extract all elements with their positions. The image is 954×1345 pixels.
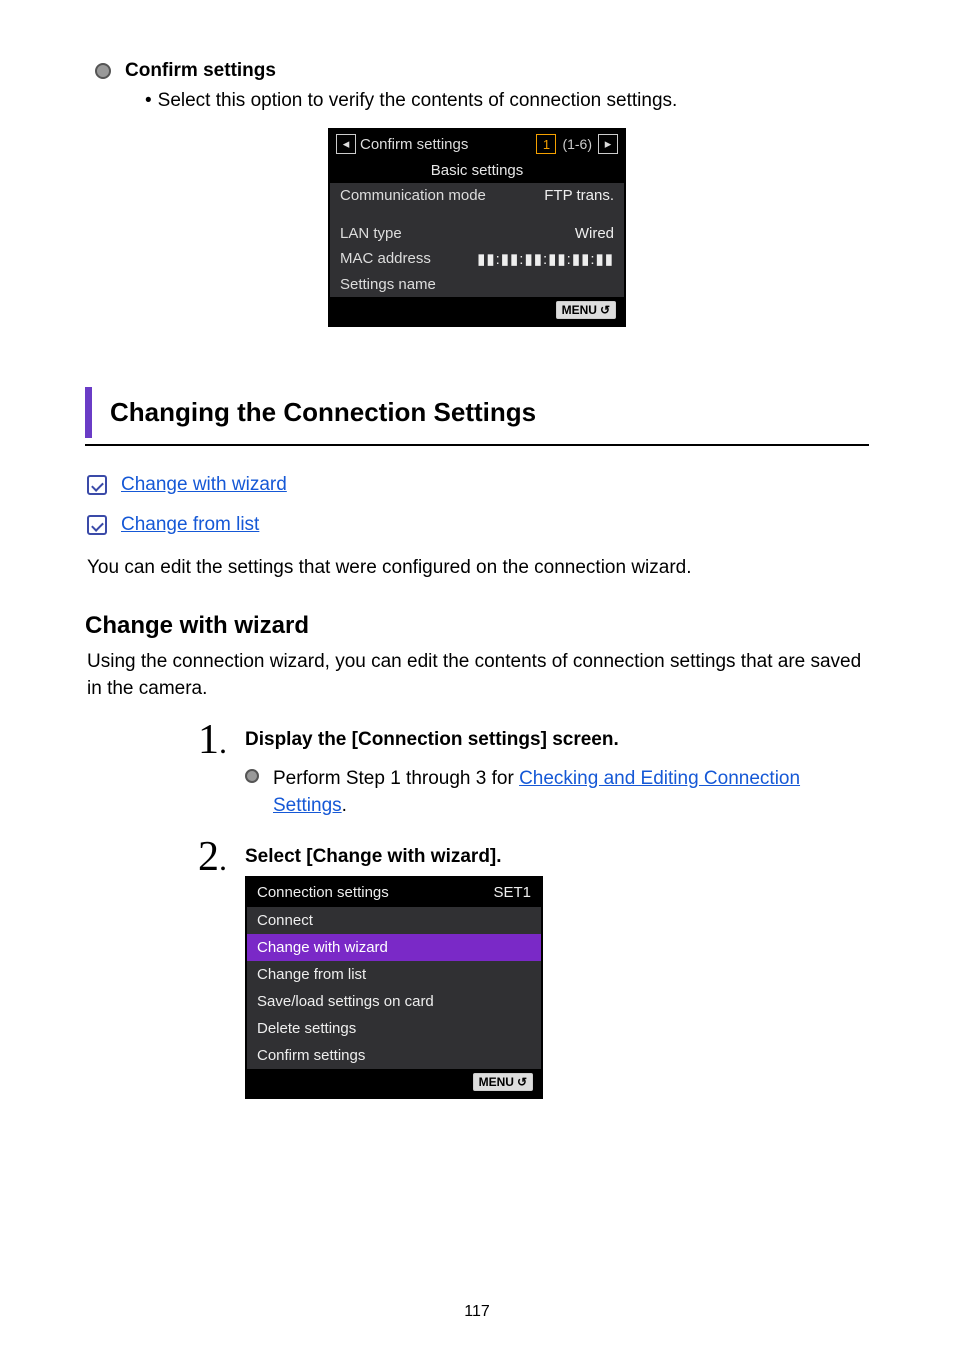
subheading-change-with-wizard: Change with wizard [85,612,869,640]
confirm-settings-desc: Select this option to verify the content… [158,90,678,112]
camera-confirm-settings-screen: ◂ Confirm settings 1 (1-6) ▸ Basic setti… [328,128,626,327]
cam1-menu-label: MENU [562,303,597,317]
cam2-row-save-load-card[interactable]: Save/load settings on card [247,988,541,1015]
step-1-bullet: Perform Step 1 through 3 for Checking an… [245,765,869,820]
cam1-settingsname-label: Settings name [340,276,436,293]
wizard-paragraph: Using the connection wizard, you can edi… [87,648,869,703]
cam2-header-right: SET1 [493,884,531,901]
cam1-menu-button[interactable]: MENU ↺ [556,301,616,319]
confirm-settings-title: Confirm settings [125,60,276,82]
step-2-num-value: 2 [198,834,219,880]
step-1-num-dot: . [219,724,227,760]
cam1-mac-value: ▮▮:▮▮:▮▮:▮▮:▮▮:▮▮ [477,250,614,268]
cam1-row-lan-type: LAN type Wired [330,221,624,246]
step-1-number: 1. [185,719,227,820]
cam1-commmode-value: FTP trans. [544,187,614,204]
step-2-num-dot: . [219,841,227,877]
link-row-change-from-list: Change from list [87,514,869,536]
link-row-change-with-wizard: Change with wizard [87,474,869,496]
cam1-section-title: Basic settings [330,158,624,183]
cam1-mac-label: MAC address [340,250,431,268]
cam1-commmode-label: Communication mode [340,187,486,204]
step-1-bullet-text: Perform Step 1 through 3 for Checking an… [273,765,869,820]
confirm-settings-heading-row: Confirm settings [95,60,869,82]
bullet-icon [95,63,111,79]
sub-bullet-dot: • [145,90,152,112]
step-1-title: Display the [Connection settings] screen… [245,729,869,751]
cam2-footer: MENU ↺ [247,1069,541,1097]
cam2-row-change-from-list[interactable]: Change from list [247,961,541,988]
cam1-row-communication-mode: Communication mode FTP trans. [330,183,624,221]
return-icon: ↺ [517,1075,527,1089]
cam2-menu-label: MENU [479,1075,514,1089]
cam2-menu-button[interactable]: MENU ↺ [473,1073,533,1091]
cam2-row-connect[interactable]: Connect [247,907,541,934]
bullet-icon [245,769,259,783]
step-2-title: Select [Change with wizard]. [245,846,869,868]
cam1-header: ◂ Confirm settings 1 (1-6) ▸ [330,130,624,158]
check-icon [87,475,107,495]
cam1-title: Confirm settings [360,136,536,153]
page-number: 117 [0,1303,954,1321]
step-1: 1. Display the [Connection settings] scr… [185,719,869,820]
intro-paragraph: You can edit the settings that were conf… [87,554,869,582]
cam2-header: Connection settings SET1 [247,878,541,907]
step-1-bullet-lead: Perform Step 1 through 3 for [273,768,519,789]
cam2-row-change-with-wizard[interactable]: Change with wizard [247,934,541,961]
cam1-next-icon[interactable]: ▸ [598,134,618,154]
cam1-prev-icon[interactable]: ◂ [336,134,356,154]
cam2-row-confirm-settings[interactable]: Confirm settings [247,1042,541,1069]
step-2-number: 2. [185,836,227,1099]
step-1-bullet-tail: . [342,795,347,816]
step-1-num-value: 1 [198,717,219,763]
cam1-row-settings-name: Settings name [330,272,624,297]
camera-connection-settings-screen: Connection settings SET1 Connect Change … [245,876,543,1099]
section-heading-changing-connection-settings: Changing the Connection Settings [85,387,869,438]
cam1-page-number-box: 1 [536,134,556,154]
cam1-page-total: (1-6) [562,136,592,152]
cam1-lan-label: LAN type [340,225,402,242]
cam1-footer: MENU ↺ [330,297,624,325]
link-change-with-wizard[interactable]: Change with wizard [121,474,287,496]
cam2-header-left: Connection settings [257,884,389,901]
step-2: 2. Select [Change with wizard]. Connecti… [185,836,869,1099]
cam1-lan-value: Wired [575,225,614,242]
section-underline [85,444,869,446]
cam2-row-delete-settings[interactable]: Delete settings [247,1015,541,1042]
confirm-settings-desc-row: • Select this option to verify the conte… [145,90,869,112]
link-change-from-list[interactable]: Change from list [121,514,259,536]
check-icon [87,515,107,535]
cam1-row-mac: MAC address ▮▮:▮▮:▮▮:▮▮:▮▮:▮▮ [330,246,624,272]
return-icon: ↺ [600,303,610,317]
